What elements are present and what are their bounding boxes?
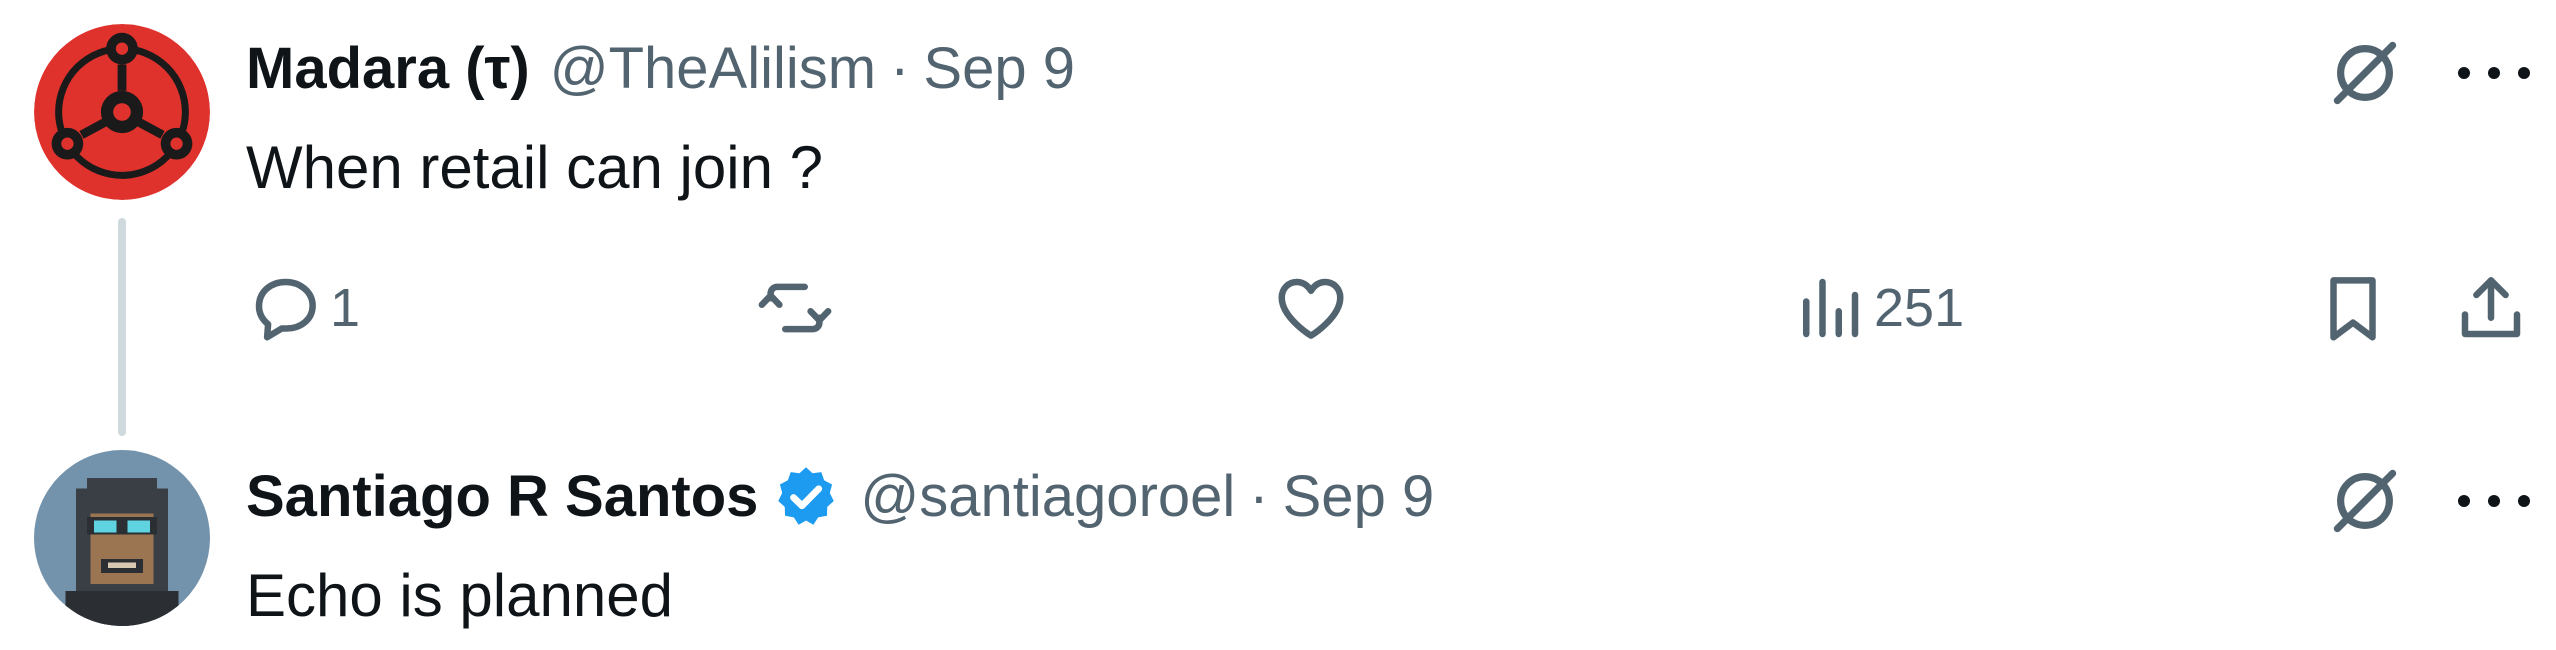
user-handle[interactable]: @santiagoroel <box>860 468 1235 526</box>
madara-avatar[interactable] <box>34 24 210 200</box>
reply-icon <box>255 278 316 341</box>
display-name[interactable]: Santiago R Santos <box>246 468 758 526</box>
thread-connector-line <box>118 218 126 436</box>
grok-icon[interactable] <box>2326 462 2404 540</box>
tweet-timestamp[interactable]: Sep 9 <box>923 40 1075 98</box>
reply-thread: Madara (τ) @TheAlilism · Sep 9 When reta… <box>0 0 2556 650</box>
tweet-action-bar: 1 251 <box>246 268 2536 348</box>
views-chart-icon <box>1803 278 1859 338</box>
display-name[interactable]: Madara (τ) <box>246 40 530 98</box>
like-button[interactable] <box>1272 268 1350 348</box>
user-handle[interactable]: @TheAlilism <box>550 40 876 98</box>
pixel-hooded-figure-avatar-icon <box>34 450 210 626</box>
retweet-button[interactable] <box>756 268 834 348</box>
reply-button[interactable]: 1 <box>246 268 360 348</box>
bookmark-icon <box>2330 277 2376 341</box>
tweet-header: Santiago R Santos @santiagoroel · Sep 9 <box>246 452 1434 542</box>
separator-dot: · <box>890 36 910 101</box>
verified-badge-icon[interactable] <box>772 463 840 531</box>
more-options-icon[interactable] <box>2458 58 2530 88</box>
reply-count: 1 <box>330 278 361 338</box>
tweet-text: Echo is planned <box>246 562 673 629</box>
sharingan-avatar-icon <box>34 24 210 200</box>
tweet-timestamp[interactable]: Sep 9 <box>1283 468 1435 526</box>
share-button[interactable] <box>2452 268 2530 348</box>
tweet-header: Madara (τ) @TheAlilism · Sep 9 <box>246 24 1075 114</box>
bookmark-button[interactable] <box>2314 268 2392 348</box>
heart-icon <box>1278 278 1344 339</box>
share-icon <box>2461 277 2521 338</box>
views-button[interactable]: 251 <box>1790 268 1964 348</box>
more-options-icon[interactable] <box>2458 486 2530 516</box>
grok-icon[interactable] <box>2326 34 2404 112</box>
views-count: 251 <box>1874 278 1965 338</box>
retweet-icon <box>758 283 832 333</box>
separator-dot: · <box>1249 464 1269 529</box>
santiago-avatar[interactable] <box>34 450 210 626</box>
tweet-text: When retail can join ? <box>246 134 823 201</box>
